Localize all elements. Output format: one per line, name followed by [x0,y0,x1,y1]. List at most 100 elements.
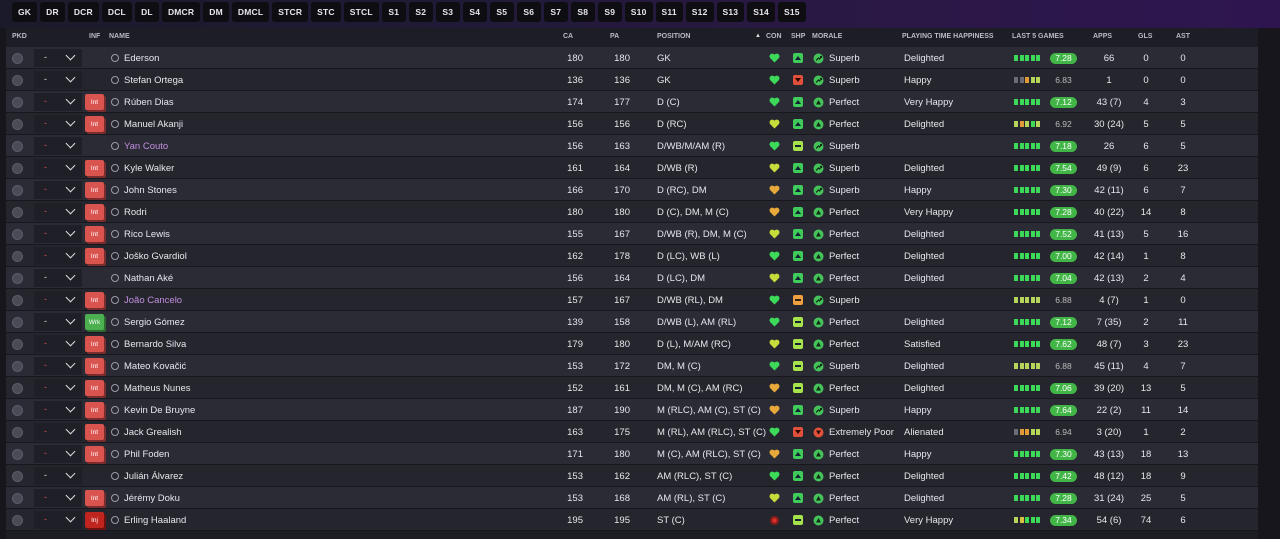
role-dropdown[interactable]: - [34,225,82,243]
table-row[interactable]: - Int Jack Grealish 163 175 M (RL), AM (RLC),… [6,421,1258,443]
header-last5[interactable]: LAST 5 GAMES [1012,33,1064,40]
player-name-text[interactable]: Sergio Gómez [124,317,185,328]
international-badge[interactable]: Int [85,248,104,264]
header-con[interactable]: CON [766,33,782,40]
player-name[interactable]: Jérémy Doku [111,487,180,509]
role-dropdown[interactable]: - [34,93,82,111]
player-name[interactable]: Yan Couto [111,135,168,157]
role-dropdown[interactable]: - [34,181,82,199]
header-shp[interactable]: SHP [791,33,805,40]
player-name-text[interactable]: Nathan Aké [124,273,173,284]
player-name[interactable]: João Cancelo [111,289,182,311]
picked-toggle[interactable] [12,355,23,377]
international-badge[interactable]: Int [85,446,104,462]
header-pa[interactable]: PA [610,33,619,40]
picked-toggle[interactable] [12,245,23,267]
role-dropdown[interactable]: - [34,291,82,309]
position-button-s1[interactable]: S1 [381,2,406,22]
picked-toggle[interactable] [12,267,23,289]
international-badge[interactable]: Int [85,490,104,506]
table-row[interactable]: - Int John Stones 166 170 D (RC), DM Superb Hap… [6,179,1258,201]
header-ast[interactable]: AST [1176,33,1190,40]
international-badge[interactable]: Int [85,116,104,132]
header-pkd[interactable]: PKD [12,33,27,40]
table-row[interactable]: - Ederson 180 180 GK Superb Delighted 7.28 66 0 0 [6,47,1258,69]
picked-toggle[interactable] [12,223,23,245]
table-row[interactable]: - Int Kyle Walker 161 164 D/WB (R) Superb Delig… [6,157,1258,179]
player-name-text[interactable]: Jack Grealish [124,427,182,438]
picked-toggle[interactable] [12,135,23,157]
picked-toggle[interactable] [12,399,23,421]
role-dropdown[interactable]: - [34,269,82,287]
header-name[interactable]: NAME [109,33,130,40]
international-badge[interactable]: Int [85,226,104,242]
international-badge[interactable]: Int [85,380,104,396]
table-row[interactable]: - Int Kevin De Bruyne 187 190 M (RLC), AM (C)… [6,399,1258,421]
position-button-s8[interactable]: S8 [570,2,595,22]
role-dropdown[interactable]: - [34,159,82,177]
role-dropdown[interactable]: - [34,379,82,397]
picked-toggle[interactable] [12,443,23,465]
position-button-s5[interactable]: S5 [489,2,514,22]
player-name[interactable]: Manuel Akanji [111,113,183,135]
international-badge[interactable]: Int [85,358,104,374]
picked-toggle[interactable] [12,377,23,399]
player-name[interactable]: Ederson [111,47,159,69]
international-badge[interactable]: Int [85,182,104,198]
table-row[interactable]: - Int Joško Gvardiol 162 178 D (LC), WB (L) Pe… [6,245,1258,267]
international-badge[interactable]: Int [85,336,104,352]
international-badge[interactable]: Int [85,94,104,110]
role-dropdown[interactable]: - [34,445,82,463]
role-dropdown[interactable]: - [34,335,82,353]
player-name[interactable]: Matheus Nunes [111,377,191,399]
player-name[interactable]: Kyle Walker [111,157,174,179]
player-name[interactable]: Mateo Kovačić [111,355,186,377]
picked-toggle[interactable] [12,91,23,113]
picked-toggle[interactable] [12,179,23,201]
player-name-text[interactable]: Kyle Walker [124,163,174,174]
role-dropdown[interactable]: - [34,489,82,507]
player-name[interactable]: Phil Foden [111,443,169,465]
player-name-text[interactable]: Kevin De Bruyne [124,405,195,416]
player-name[interactable]: Stefan Ortega [111,69,183,91]
picked-toggle[interactable] [12,509,23,531]
role-dropdown[interactable]: - [34,401,82,419]
table-row[interactable]: - Int Rodri 180 180 D (C), DM, M (C) Perfect Ve… [6,201,1258,223]
player-name-text[interactable]: Yan Couto [124,141,168,152]
table-row[interactable]: - Nathan Aké 156 164 D (LC), DM Perfect Deligh… [6,267,1258,289]
header-inf[interactable]: INF [89,33,100,40]
table-row[interactable]: - Int Phil Foden 171 180 M (C), AM (RLC), ST … [6,443,1258,465]
role-dropdown[interactable]: - [34,115,82,133]
header-gls[interactable]: GLS [1138,33,1152,40]
picked-toggle[interactable] [12,201,23,223]
picked-toggle[interactable] [12,465,23,487]
position-button-s6[interactable]: S6 [516,2,541,22]
table-row[interactable]: - Int Rico Lewis 155 167 D/WB (R), DM, M (C) P… [6,223,1258,245]
international-badge[interactable]: Int [85,402,104,418]
position-button-s15[interactable]: S15 [777,2,806,22]
role-dropdown[interactable]: - [34,203,82,221]
position-button-s2[interactable]: S2 [408,2,433,22]
position-button-s7[interactable]: S7 [543,2,568,22]
position-button-s12[interactable]: S12 [685,2,714,22]
header-happiness[interactable]: PLAYING TIME HAPPINESS [902,33,994,40]
position-button-s10[interactable]: S10 [624,2,653,22]
position-button-stcl[interactable]: STCL [343,2,379,22]
player-name-text[interactable]: Stefan Ortega [124,75,183,86]
table-row[interactable]: - Int Jérémy Doku 153 168 AM (RL), ST (C) Perf… [6,487,1258,509]
player-name[interactable]: Julián Álvarez [111,465,183,487]
player-name-text[interactable]: Mateo Kovačić [124,361,186,372]
position-button-s11[interactable]: S11 [655,2,683,22]
role-dropdown[interactable]: - [34,137,82,155]
player-name[interactable]: Sergio Gómez [111,311,185,333]
role-dropdown[interactable]: - [34,423,82,441]
international-badge[interactable]: Int [85,292,104,308]
player-name[interactable]: Jack Grealish [111,421,182,443]
player-name[interactable]: Joško Gvardiol [111,245,187,267]
player-name-text[interactable]: Jérémy Doku [124,493,180,504]
position-button-dl[interactable]: DL [134,2,159,22]
picked-toggle[interactable] [12,487,23,509]
player-name-text[interactable]: John Stones [124,185,177,196]
position-button-stcr[interactable]: STCR [272,2,309,22]
picked-toggle[interactable] [12,311,23,333]
